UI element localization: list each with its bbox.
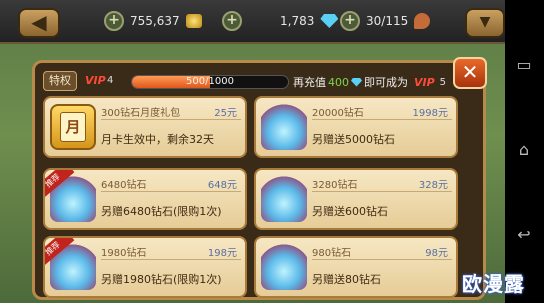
recent-apps-icon[interactable]: ▭ (513, 55, 535, 77)
back-nav-icon[interactable]: ↩ (513, 225, 535, 247)
dropdown-menu-button[interactable]: ▼ (465, 8, 505, 38)
gold-counter: + 755,637 (104, 11, 202, 31)
gold-coin-icon (185, 14, 202, 28)
diamond-package-card[interactable]: 20000钻石 1998元另赠送5000钻石 (254, 96, 458, 158)
package-price: 25元 (214, 108, 237, 119)
package-bonus-text: 另赠6480钻石(限购1次) (101, 205, 222, 218)
gem-counter: + 1,783 (222, 11, 339, 31)
chevron-down-icon: ▼ (479, 14, 491, 30)
diamond-icon (320, 14, 339, 28)
diamond-package-card[interactable]: 推荐 6480钻石 648元 另赠6480钻石(限购1次) (43, 168, 247, 230)
add-gold-button[interactable]: + (104, 11, 124, 31)
diamond-package-card[interactable]: 推荐 1980钻石 198元 另赠1980钻石(限购1次) (43, 236, 247, 298)
package-name: 1980钻石 (101, 248, 147, 259)
package-price: 1998元 (412, 108, 448, 119)
package-bonus-text: 另赠送5000钻石 (312, 133, 395, 146)
package-bonus-text: 另赠送600钻石 (312, 205, 388, 218)
package-bonus-text: 另赠1980钻石(限购1次) (101, 273, 222, 286)
recharge-amount: 400 (328, 75, 349, 89)
divider (312, 119, 452, 120)
vip-next-level: 5 (439, 76, 447, 88)
back-button[interactable]: ◀ (18, 8, 60, 38)
package-price: 328元 (418, 180, 448, 191)
close-icon: ✕ (461, 60, 479, 84)
privilege-button[interactable]: 特权 (43, 71, 77, 91)
package-price: 648元 (207, 180, 237, 191)
package-price: 198元 (207, 248, 237, 259)
watermark: 欧漫露 (462, 272, 525, 296)
month-card-glyph: 月 (60, 112, 86, 142)
package-name: 3280钻石 (312, 180, 358, 191)
month-card-icon: 月 (50, 104, 96, 150)
stamina-counter: + 30/115 (340, 11, 431, 31)
package-name: 300钻石月度礼包 (101, 108, 181, 119)
recharge-hint: 再充值 400 即可成为 VIP 5 (293, 74, 446, 90)
vip-progress-text: 500/1000 (186, 76, 234, 87)
vip-next-label: VIP (414, 75, 435, 89)
package-bonus-text: 月卡生效中，剩余32天 (101, 133, 214, 146)
close-button[interactable]: ✕ (453, 57, 487, 89)
package-bonus-text: 另赠送80钻石 (312, 273, 381, 286)
gem-chest-icon (261, 104, 307, 150)
recharge-dialog: 特权 VIP 4 500/1000 再充值 400 即可成为 VIP 5 ✕ 月… (32, 57, 487, 300)
divider (312, 191, 452, 192)
diamond-package-card[interactable]: 3280钻石 328元另赠送600钻石 (254, 168, 458, 230)
recharge-prefix: 再充值 (293, 76, 326, 89)
divider (101, 191, 241, 192)
vip-current-label: VIP (85, 74, 106, 87)
diamond-package-card[interactable]: 980钻石 98元另赠送80钻石 (254, 236, 458, 298)
gem-bowl-icon (261, 176, 307, 222)
home-icon[interactable]: ⌂ (513, 140, 535, 162)
gold-value: 755,637 (130, 14, 180, 28)
package-name: 20000钻石 (312, 108, 364, 119)
add-stamina-button[interactable]: + (340, 11, 360, 31)
diamond-icon (351, 77, 362, 87)
vip-progress-bar: 500/1000 (131, 75, 289, 89)
arrow-left-icon: ◀ (31, 10, 47, 34)
package-name: 6480钻石 (101, 180, 147, 191)
top-resource-bar: ◀ + 755,637 + 1,783 + 30/115 ▼ (0, 0, 505, 44)
recharge-suffix: 即可成为 (364, 76, 408, 89)
stamina-value: 30/115 (366, 14, 409, 28)
meat-icon (414, 13, 431, 29)
add-gems-button[interactable]: + (222, 11, 242, 31)
gem-pile-icon (261, 244, 307, 290)
diamond-package-card[interactable]: 月 300钻石月度礼包 25元月卡生效中，剩余32天 (43, 96, 247, 158)
vip-status-bar: 特权 VIP 4 500/1000 再充值 400 即可成为 VIP 5 (43, 69, 453, 95)
package-price: 98元 (425, 248, 448, 259)
divider (312, 259, 452, 260)
package-name: 980钻石 (312, 248, 352, 259)
divider (101, 259, 241, 260)
divider (101, 119, 241, 120)
gem-value: 1,783 (280, 14, 315, 28)
android-nav-bar: ▭ ⌂ ↩ (505, 0, 544, 303)
vip-current-level: 4 (107, 75, 114, 86)
